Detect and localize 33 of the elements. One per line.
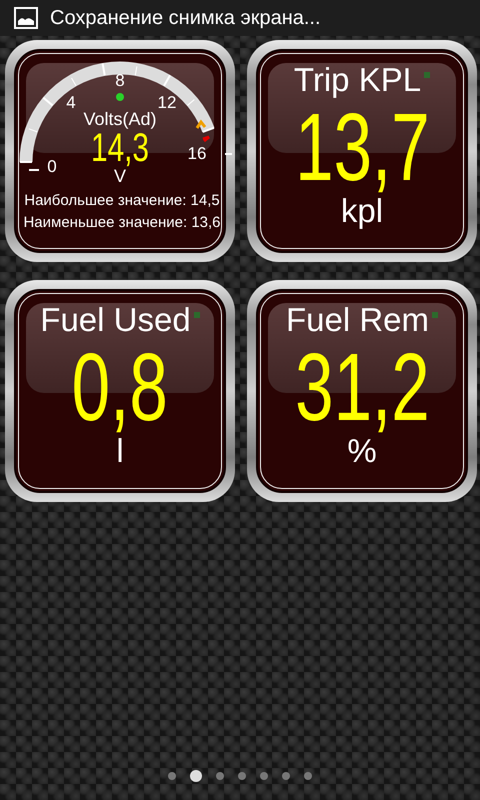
gauge-value: 31,2 [294,340,430,436]
scale-label: 8 [115,71,125,90]
page-indicator-dot[interactable] [260,772,268,780]
page-indicator-dot[interactable] [216,772,224,780]
gauge-unit: % [347,434,377,467]
scale-label: 16 [188,144,206,163]
gauge-unit: kpl [340,194,384,227]
status-light-icon [424,72,430,78]
gauge-unit: l [116,434,124,467]
gauge-label: Fuel Rem [286,303,430,336]
gauge-label: Trip KPL [294,63,422,96]
gauge-value: 0,8 [72,340,168,436]
warning-marker-icon [196,119,210,142]
scale-label: 0 [47,157,57,176]
page-indicator-dot[interactable] [168,772,176,780]
stat-text: Наибольшее значение: 14,5 [24,192,220,209]
page-indicator-dot[interactable] [190,770,202,782]
tick-icon [225,153,232,155]
gauge-unit: V [114,166,126,186]
gauge-label: Fuel Used [40,303,191,336]
notification-text: Сохранение снимка экрана... [50,6,321,30]
page-indicator-dot[interactable] [282,772,290,780]
gauge-label: Volts(Ad) [83,109,157,129]
stat-text: Наименьшее значение: 13,6 [23,214,221,231]
status-light-icon [432,312,438,318]
scale-label: 4 [66,93,76,112]
tick-icon [29,169,39,171]
page-indicator-dot[interactable] [238,772,246,780]
scale-label: 12 [158,93,176,112]
page-indicator-dot[interactable] [304,772,312,780]
status-light-icon [116,93,124,101]
gauge-value: 13,7 [294,100,430,196]
picture-icon [14,7,38,29]
